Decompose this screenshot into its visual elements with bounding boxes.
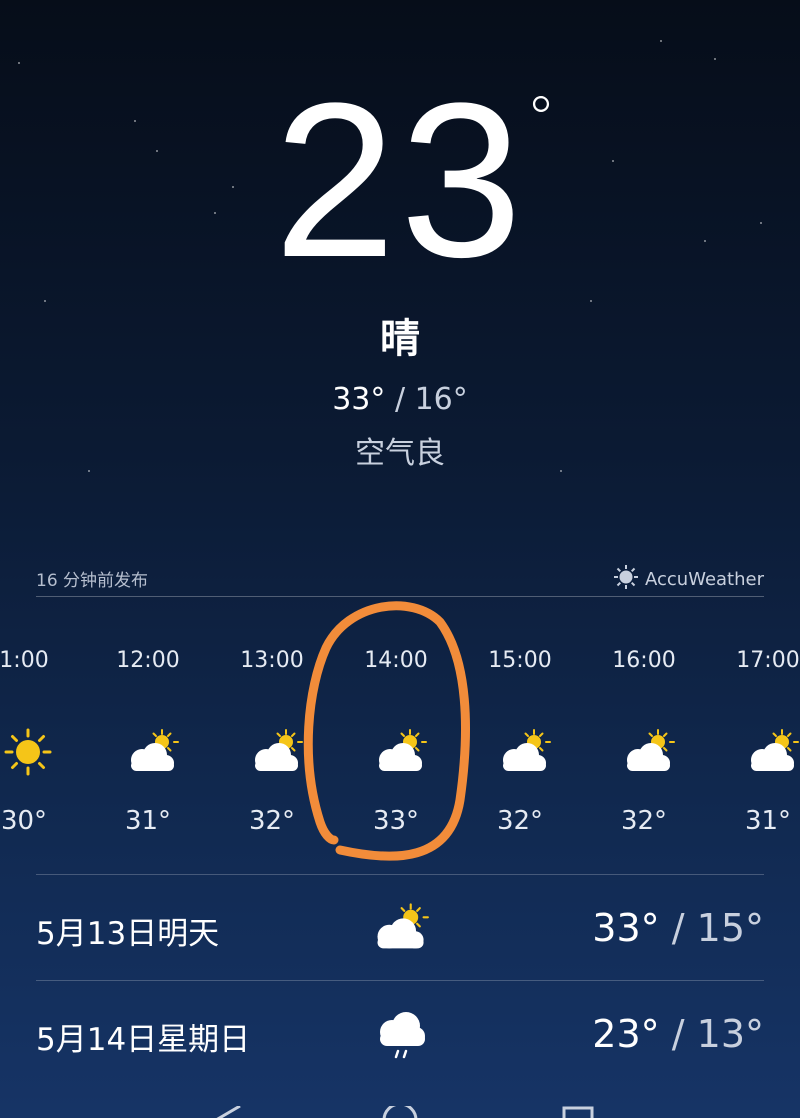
range-separator: / (394, 382, 406, 417)
publish-time: 16 分钟前发布 (36, 571, 149, 591)
hour-time: 16:00 (612, 648, 676, 673)
day-label: 5月13日明天 (36, 916, 220, 952)
hour-temperature: 32° (620, 806, 668, 836)
hourly-item: 15:00 32° (458, 640, 582, 860)
low-temperature: 16° (414, 382, 468, 417)
back-icon[interactable] (212, 1106, 242, 1118)
hour-time: 13:00 (240, 648, 304, 673)
hourly-item: 16:00 32° (582, 640, 706, 860)
recents-icon[interactable] (562, 1106, 594, 1118)
partly-cloudy-icon (620, 728, 676, 776)
hour-time: 15:00 (488, 648, 552, 673)
provider-link[interactable]: AccuWeather (613, 564, 764, 595)
partly-cloudy-icon (124, 728, 180, 776)
hourly-item: 13:00 32° (210, 640, 334, 860)
accuweather-sun-icon (613, 564, 639, 595)
hour-time: 14:00 (364, 648, 428, 673)
hourly-item: 17:00 31° (706, 640, 800, 860)
hourly-forecast[interactable]: 1:00 30° 12:00 31° 13:00 32° 14:00 33° 1… (0, 640, 800, 860)
hourly-item: 14:00 33° (334, 640, 458, 860)
day-label: 5月14日星期日 (36, 1022, 251, 1058)
hour-temperature: 33° (372, 806, 420, 836)
publish-row: 16 分钟前发布 AccuWeather (36, 560, 764, 597)
daily-divider (36, 980, 764, 981)
day-low: 15° (696, 906, 764, 950)
partly-cloudy-icon (248, 728, 304, 776)
daily-divider (36, 874, 764, 875)
hourly-item: 12:00 31° (86, 640, 210, 860)
partly-cloudy-icon (372, 728, 428, 776)
hour-time: 1:00 (0, 648, 49, 673)
home-icon[interactable] (382, 1106, 418, 1118)
air-quality[interactable]: 空气良 (0, 428, 800, 472)
day-high: 23° (592, 1012, 660, 1056)
partly-cloudy-icon (744, 728, 800, 776)
hour-temperature: 31° (744, 806, 792, 836)
degree-sign: ° (526, 84, 556, 154)
hour-temperature: 32° (496, 806, 544, 836)
daily-row-sunday[interactable]: 5月14日星期日 23° / 13° (36, 982, 764, 1086)
day-range-separator: / (671, 906, 685, 950)
partly-cloudy-icon (496, 728, 552, 776)
day-temperature-range: 33° / 15° (592, 906, 764, 950)
day-range-separator: / (671, 1012, 685, 1056)
current-temperature: 23 (273, 57, 527, 303)
hour-temperature: 30° (0, 806, 48, 836)
hour-time: 17:00 (736, 648, 800, 673)
provider-name: AccuWeather (645, 569, 764, 590)
high-temperature: 33° (332, 382, 386, 417)
navigation-bar (0, 1098, 800, 1118)
day-temperature-range: 23° / 13° (592, 1012, 764, 1056)
hour-temperature: 31° (124, 806, 172, 836)
rain-icon (370, 1006, 430, 1062)
temperature-range: 33° / 16° (0, 382, 800, 417)
hour-time: 12:00 (116, 648, 180, 673)
weather-condition: 晴 (380, 316, 420, 362)
sun-icon (0, 728, 56, 776)
day-low: 13° (696, 1012, 764, 1056)
day-high: 33° (592, 906, 660, 950)
partly-cloudy-icon (370, 900, 430, 956)
hour-temperature: 32° (248, 806, 296, 836)
hourly-item: 1:00 30° (0, 640, 86, 860)
daily-row-tomorrow[interactable]: 5月13日明天 33° / 15° (36, 876, 764, 980)
